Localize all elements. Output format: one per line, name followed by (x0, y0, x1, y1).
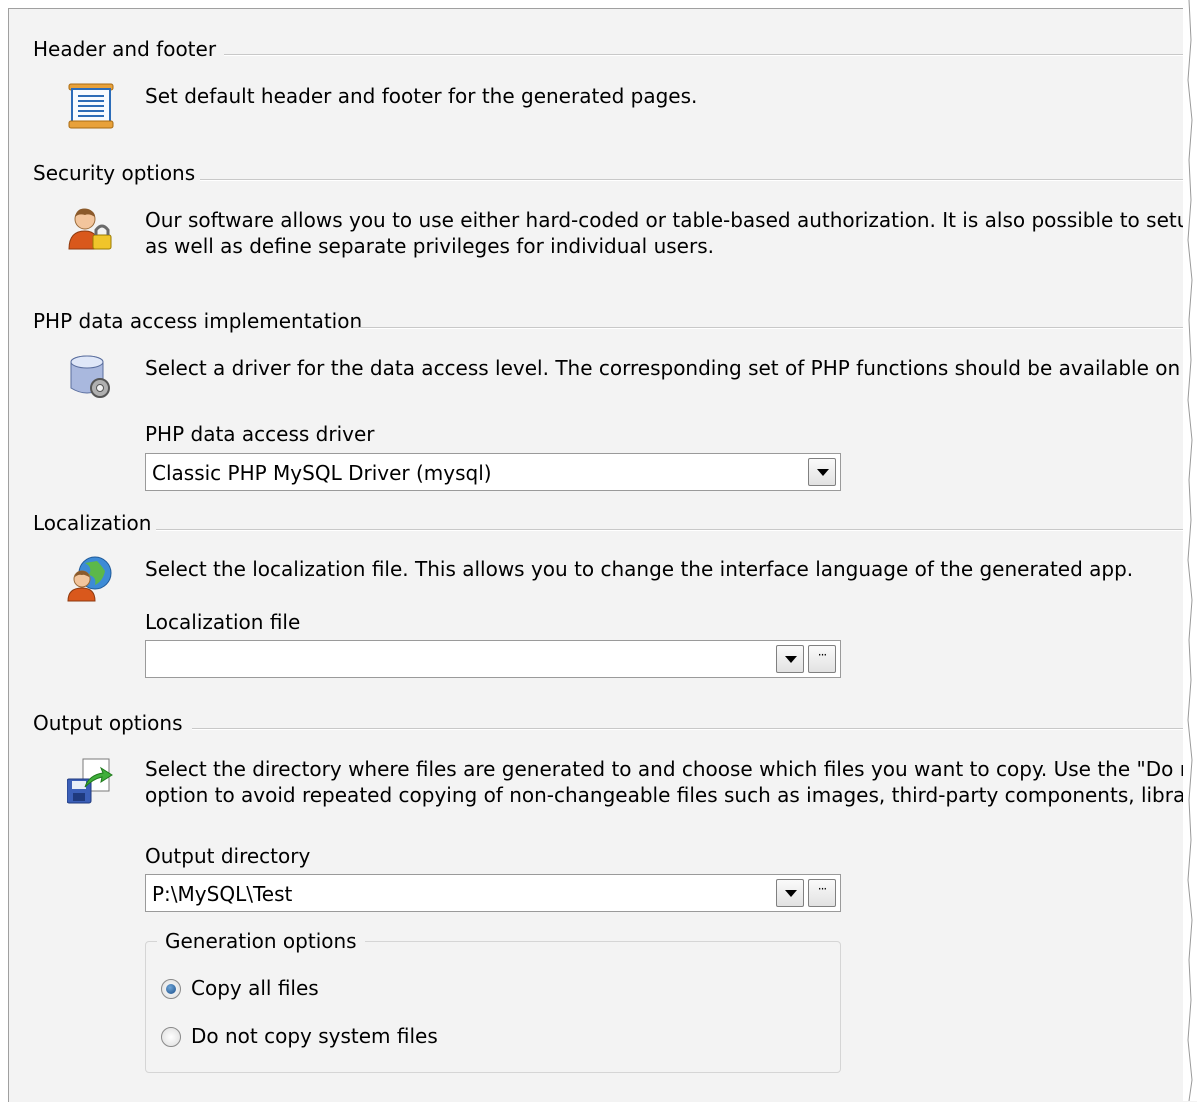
section-title-php-data-access: PHP data access implementation (33, 309, 363, 333)
chevron-down-icon[interactable] (776, 645, 804, 673)
radio-button[interactable] (161, 979, 181, 999)
localization-file-select[interactable]: ··· (145, 640, 841, 678)
output-directory-value: P:\MySQL\Test (152, 882, 293, 906)
document-icon (67, 81, 115, 129)
security-description-line2: as well as define separate privileges fo… (145, 234, 714, 258)
generation-options-group (145, 941, 841, 1073)
section-title-output: Output options (33, 711, 183, 735)
header-footer-description: Set default header and footer for the ge… (145, 84, 698, 108)
output-directory-label: Output directory (145, 844, 311, 868)
security-description-line1: Our software allows you to use either ha… (145, 208, 1197, 232)
globe-user-icon (67, 555, 115, 603)
separator (224, 54, 1197, 56)
radio-button[interactable] (161, 1027, 181, 1047)
output-description-line2: option to avoid repeated copying of non-… (145, 783, 1197, 807)
chevron-down-icon[interactable] (776, 879, 804, 907)
php-driver-select[interactable]: Classic PHP MySQL Driver (mysql) (145, 453, 841, 491)
database-gear-icon (67, 354, 115, 402)
section-title-header-footer: Header and footer (33, 37, 217, 61)
localization-description: Select the localization file. This allow… (145, 557, 1134, 581)
separator (192, 728, 1196, 730)
radio-label: Copy all files (191, 976, 319, 1000)
user-lock-icon (67, 205, 115, 253)
chevron-down-icon[interactable] (808, 458, 836, 486)
section-title-localization: Localization (33, 511, 152, 535)
php-driver-label: PHP data access driver (145, 422, 375, 446)
browse-button[interactable]: ··· (808, 879, 836, 907)
output-description-line1: Select the directory where files are gen… (145, 757, 1197, 781)
localization-file-label: Localization file (145, 610, 301, 634)
section-title-security: Security options (33, 161, 196, 185)
save-export-icon (66, 757, 115, 805)
separator (156, 529, 1196, 531)
separator (200, 179, 1197, 181)
output-directory-select[interactable]: P:\MySQL\Test ··· (145, 874, 841, 912)
torn-edge (1183, 0, 1197, 1101)
generation-options-title: Generation options (157, 929, 365, 953)
php-driver-value: Classic PHP MySQL Driver (mysql) (152, 461, 492, 485)
settings-panel: Header and footer Set default header and… (8, 8, 1197, 1102)
browse-button[interactable]: ··· (808, 645, 836, 673)
php-data-access-description: Select a driver for the data access leve… (145, 356, 1197, 380)
radio-label: Do not copy system files (191, 1024, 438, 1048)
separator (354, 327, 1194, 329)
